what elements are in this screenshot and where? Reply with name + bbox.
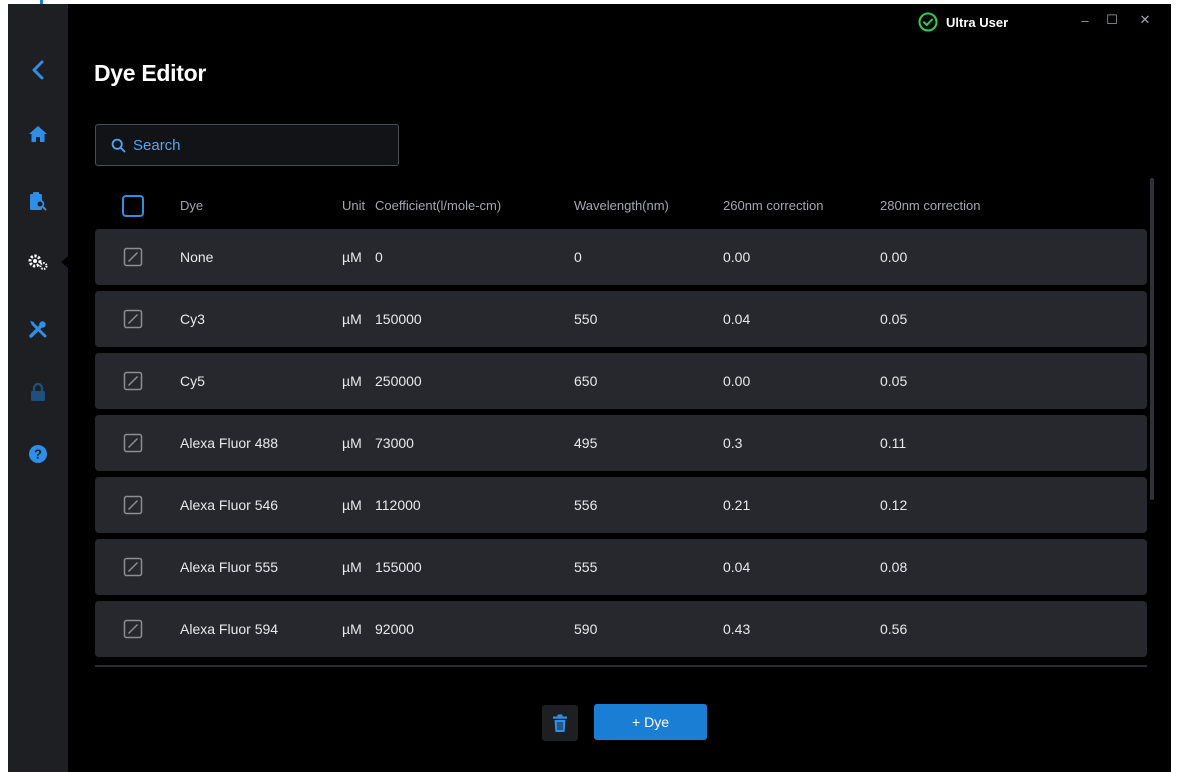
table-row[interactable]: Alexa Fluor 555 µM 155000 555 0.04 0.08 [95,539,1147,595]
cell-260-correction: 0.21 [723,497,751,513]
dye-table-body: None µM 0 0 0.00 0.00 Cy3 µM 150000 550 0.04 0.05 Cy… [95,229,1147,665]
row-select-checkbox-icon[interactable] [123,309,143,329]
cell-wavelength: 495 [574,435,598,451]
cell-unit: µM [342,249,362,265]
cell-unit: µM [342,559,362,575]
col-260-correction[interactable]: 260nm correction [723,198,823,213]
table-row[interactable]: Alexa Fluor 546 µM 112000 556 0.21 0.12 [95,477,1147,533]
cell-280-correction: 0.00 [880,249,908,265]
trash-icon [553,714,567,732]
cell-260-correction: 0.04 [723,311,751,327]
row-select-checkbox-icon[interactable] [123,557,143,577]
clipboard-search-icon [30,192,47,211]
cell-280-correction: 0.11 [880,435,907,451]
cell-dye: Cy5 [180,373,205,389]
table-row[interactable]: Alexa Fluor 488 µM 73000 495 0.3 0.11 [95,415,1147,471]
cell-260-correction: 0.00 [723,373,751,389]
lock-icon [31,382,45,401]
sidebar: ? [8,4,68,772]
gears-icon [28,254,48,270]
cell-wavelength: 590 [574,621,598,637]
user-status[interactable]: Ultra User [918,12,1008,32]
cell-dye: Alexa Fluor 546 [180,497,279,513]
col-dye[interactable]: Dye [180,198,203,213]
col-280-correction[interactable]: 280nm correction [880,198,980,213]
cell-wavelength: 0 [574,249,582,265]
col-wavelength[interactable]: Wavelength(nm) [574,198,669,213]
cell-280-correction: 0.08 [880,559,908,575]
active-indicator [61,256,68,268]
table-row[interactable]: Alexa Fluor 594 µM 92000 590 0.43 0.56 [95,601,1147,657]
search-input[interactable] [133,136,373,154]
table-scrollbar[interactable] [1150,178,1154,500]
cell-260-correction: 0.00 [723,249,751,265]
cell-280-correction: 0.05 [880,311,908,327]
check-circle-icon [918,12,938,32]
cell-unit: µM [342,435,362,451]
sidebar-item-help[interactable]: ? [8,432,68,476]
close-button[interactable]: ✕ [1137,12,1153,28]
user-name: Ultra User [946,14,1009,30]
svg-text:?: ? [34,447,42,462]
row-select-checkbox-icon[interactable] [123,371,143,391]
cell-260-correction: 0.04 [723,559,751,575]
col-unit[interactable]: Unit [342,198,365,213]
cell-dye: Cy3 [180,311,205,327]
table-row[interactable]: None µM 0 0 0.00 0.00 [95,229,1147,285]
home-icon [29,126,47,142]
search-box[interactable] [95,124,399,166]
back-button[interactable] [8,48,68,92]
row-select-checkbox-icon[interactable] [123,495,143,515]
row-select-checkbox-icon[interactable] [123,247,143,267]
cell-wavelength: 556 [574,497,598,513]
tools-icon [29,321,47,338]
cell-coefficient: 112000 [375,497,421,513]
cell-coefficient: 150000 [375,311,422,327]
cell-coefficient: 0 [375,249,383,265]
sidebar-item-security[interactable] [8,370,68,414]
delete-button[interactable] [542,705,578,741]
row-select-checkbox-icon[interactable] [123,433,143,453]
cell-wavelength: 550 [574,311,598,327]
cell-unit: µM [342,373,362,389]
cell-260-correction: 0.3 [723,435,743,451]
cell-dye: Alexa Fluor 488 [180,435,279,451]
cell-260-correction: 0.43 [723,621,751,637]
sidebar-item-records[interactable] [8,179,68,223]
cell-unit: µM [342,497,362,513]
next-row-edge [95,665,1147,667]
sidebar-item-settings[interactable] [8,240,68,284]
cell-coefficient: 73000 [375,435,414,451]
cell-coefficient: 250000 [375,373,422,389]
page-title: Dye Editor [94,60,207,86]
select-all-checkbox[interactable] [122,195,144,217]
add-dye-button[interactable]: + Dye [594,704,707,740]
table-row[interactable]: Cy5 µM 250000 650 0.00 0.05 [95,353,1147,409]
cell-280-correction: 0.05 [880,373,908,389]
back-chevron-icon [32,60,44,80]
cell-unit: µM [342,311,362,327]
cell-wavelength: 555 [574,559,598,575]
minimize-button[interactable]: – [1077,12,1093,28]
table-header: Dye Unit Coefficient(l/mole-cm) Waveleng… [95,184,1147,228]
cell-280-correction: 0.56 [880,621,908,637]
maximize-button[interactable]: ☐ [1104,12,1120,28]
app-window: ? Ultra User – ☐ ✕ Dye Editor Dye Unit C… [8,4,1171,772]
cell-dye: Alexa Fluor 555 [180,559,279,575]
sidebar-item-tools[interactable] [8,307,68,351]
help-icon: ? [29,445,47,463]
table-row[interactable]: Cy3 µM 150000 550 0.04 0.05 [95,291,1147,347]
cell-dye: Alexa Fluor 594 [180,621,279,637]
cell-dye: None [180,249,214,265]
row-select-checkbox-icon[interactable] [123,619,143,639]
cell-coefficient: 155000 [375,559,422,575]
cell-280-correction: 0.12 [880,497,908,513]
sidebar-item-home[interactable] [8,112,68,156]
cell-coefficient: 92000 [375,621,414,637]
col-coefficient[interactable]: Coefficient(l/mole-cm) [375,198,501,213]
cell-wavelength: 650 [574,373,598,389]
cell-unit: µM [342,621,362,637]
search-icon [111,138,126,152]
